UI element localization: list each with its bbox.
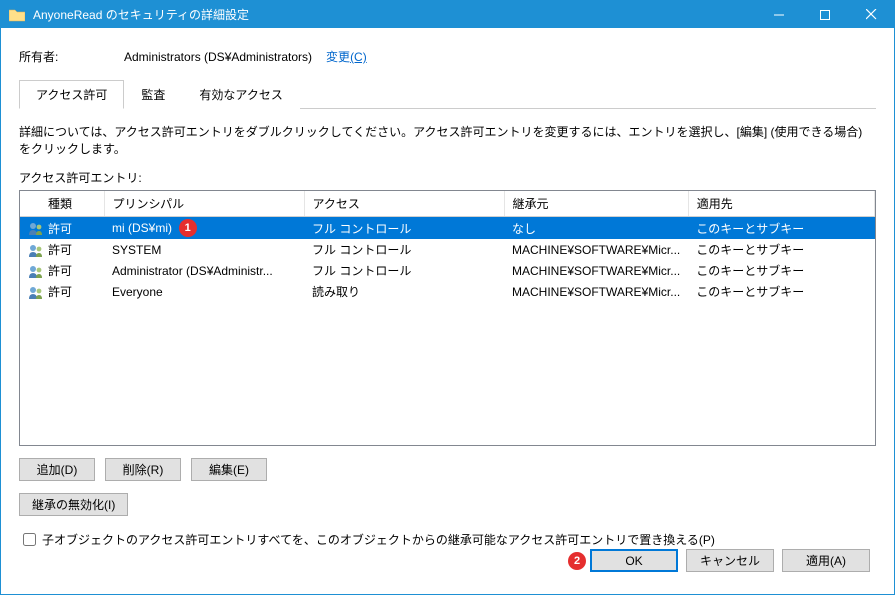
row-applies: このキーとサブキー (688, 281, 874, 302)
footer: 2 OK キャンセル 適用(A) (13, 549, 882, 584)
row-type: 許可 (48, 285, 72, 299)
row-access: フル コントロール (304, 260, 504, 281)
window: AnyoneRead のセキュリティの詳細設定 所有者: Administrat… (0, 0, 895, 595)
instructions-text: 詳細については、アクセス許可エントリをダブルクリックしてください。アクセス許可エ… (19, 123, 876, 157)
row-inherited: MACHINE¥SOFTWARE¥Micr... (504, 281, 688, 302)
edit-button[interactable]: 編集(E) (191, 458, 267, 481)
owner-label: 所有者: (19, 48, 124, 65)
row-applies: このキーとサブキー (688, 239, 874, 260)
table-header-row: 種類 プリンシパル アクセス 継承元 適用先 (20, 191, 875, 217)
button-row: 追加(D) 削除(R) 編集(E) (19, 458, 876, 481)
owner-row: 所有者: Administrators (DS¥Administrators) … (19, 48, 882, 65)
table-row[interactable]: 許可 Everyone 読み取りMACHINE¥SOFTWARE¥Micr...この… (20, 281, 875, 302)
button-row-2: 継承の無効化(I) (19, 493, 876, 516)
replace-child-label: 子オブジェクトのアクセス許可エントリすべてを、このオブジェクトからの継承可能なア… (42, 531, 715, 548)
disable-inheritance-button[interactable]: 継承の無効化(I) (19, 493, 128, 516)
content-area: 所有者: Administrators (DS¥Administrators) … (1, 28, 894, 594)
users-icon (28, 286, 44, 300)
col-access[interactable]: アクセス (304, 191, 504, 217)
row-access: 読み取り (304, 281, 504, 302)
row-principal: Administrator (DS¥Administr... (112, 264, 273, 278)
row-inherited: MACHINE¥SOFTWARE¥Micr... (504, 260, 688, 281)
col-applies[interactable]: 適用先 (688, 191, 874, 217)
row-type: 許可 (48, 264, 72, 278)
row-applies: このキーとサブキー (688, 260, 874, 281)
tab-auditing[interactable]: 監査 (124, 80, 182, 109)
row-principal: SYSTEM (112, 243, 161, 257)
user-icon (28, 265, 44, 279)
replace-child-checkbox-row[interactable]: 子オブジェクトのアクセス許可エントリすべてを、このオブジェクトからの継承可能なア… (19, 530, 876, 549)
table-row[interactable]: 許可 SYSTEM フル コントロールMACHINE¥SOFTWARE¥Micr..… (20, 239, 875, 260)
add-button[interactable]: 追加(D) (19, 458, 95, 481)
maximize-button[interactable] (802, 1, 848, 28)
tab-effective-access[interactable]: 有効なアクセス (182, 80, 299, 109)
cancel-button[interactable]: キャンセル (686, 549, 774, 572)
col-principal[interactable]: プリンシパル (104, 191, 304, 217)
entries-label: アクセス許可エントリ: (19, 169, 876, 186)
table-row[interactable]: 許可 Administrator (DS¥Administr... フル コントロー… (20, 260, 875, 281)
users-icon (28, 244, 44, 258)
row-applies: このキーとサブキー (688, 217, 874, 240)
row-type: 許可 (48, 222, 72, 236)
titlebar: AnyoneRead のセキュリティの詳細設定 (1, 1, 894, 28)
col-type[interactable]: 種類 (20, 191, 104, 217)
col-inherited[interactable]: 継承元 (504, 191, 688, 217)
minimize-button[interactable] (756, 1, 802, 28)
row-principal: mi (DS¥mi) (112, 221, 172, 235)
row-inherited: なし (504, 217, 688, 240)
row-access: フル コントロール (304, 217, 504, 240)
permission-table: 種類 プリンシパル アクセス 継承元 適用先 許可 mi (DS¥mi) 1 フル … (19, 190, 876, 446)
owner-value: Administrators (DS¥Administrators) (124, 50, 312, 64)
row-principal: Everyone (112, 285, 163, 299)
row-access: フル コントロール (304, 239, 504, 260)
annotation-badge-2: 2 (568, 552, 586, 570)
ok-button[interactable]: OK (590, 549, 678, 572)
annotation-badge-1: 1 (179, 219, 197, 237)
tabs: アクセス許可 監査 有効なアクセス (19, 79, 876, 109)
replace-child-checkbox[interactable] (23, 533, 36, 546)
table-row[interactable]: 許可 mi (DS¥mi) 1 フル コントロールなしこのキーとサブキー (20, 217, 875, 240)
row-inherited: MACHINE¥SOFTWARE¥Micr... (504, 239, 688, 260)
tab-permissions[interactable]: アクセス許可 (19, 80, 124, 109)
close-button[interactable] (848, 1, 894, 28)
window-title: AnyoneRead のセキュリティの詳細設定 (33, 6, 756, 23)
window-buttons (756, 1, 894, 28)
folder-icon (9, 8, 25, 22)
user-icon (28, 222, 44, 236)
row-type: 許可 (48, 243, 72, 257)
apply-button[interactable]: 適用(A) (782, 549, 870, 572)
remove-button[interactable]: 削除(R) (105, 458, 181, 481)
change-owner-link[interactable]: 変更(C) (326, 48, 367, 65)
